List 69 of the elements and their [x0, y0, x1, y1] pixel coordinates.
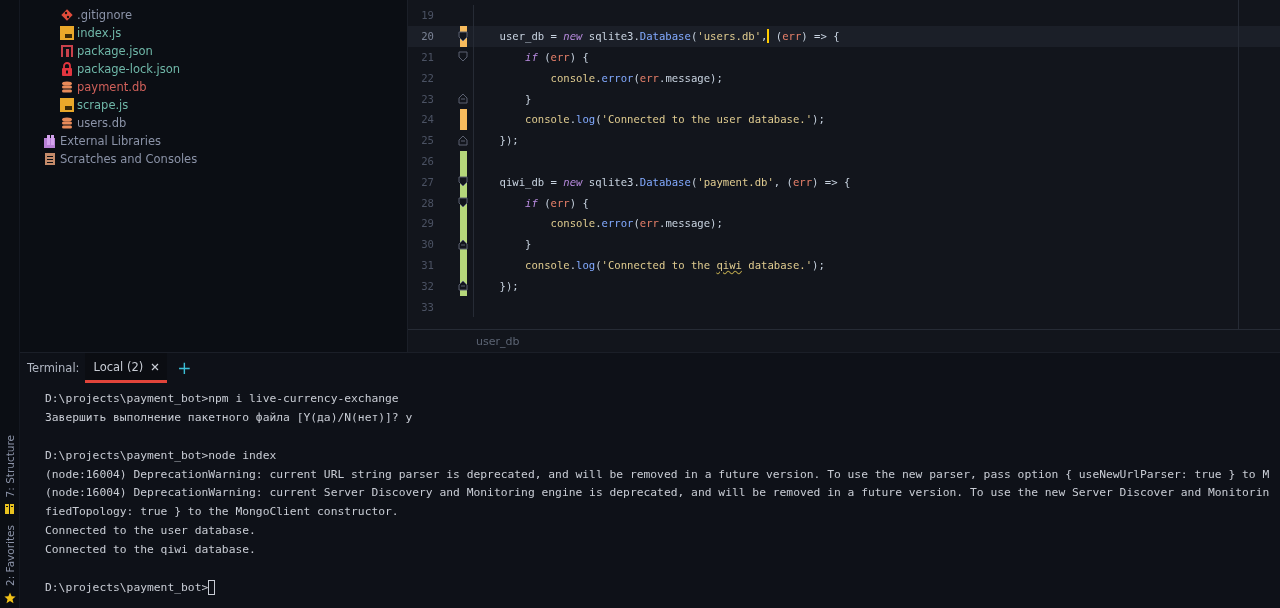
code-line: });	[498, 279, 519, 292]
tree-item[interactable]: .gitignore	[77, 8, 133, 22]
fold-icon[interactable]	[458, 30, 468, 42]
line-number: 30	[420, 238, 435, 251]
npm-package-icon	[60, 44, 74, 58]
line-number: 23	[420, 92, 435, 105]
tool-window-button[interactable]: 7: Structure	[3, 434, 16, 497]
terminal-line: fiedTopology: true } to the MongoClient constructor.	[45, 504, 400, 521]
tree-item[interactable]: users.db	[77, 116, 127, 130]
terminal-prompt: D:\projects\payment_bot>	[45, 580, 209, 594]
code-line: console.error(err.message);	[549, 217, 723, 230]
text-cursor	[767, 29, 770, 44]
new-tab-button[interactable]: +	[167, 359, 202, 377]
code-line: console.log('Connected to the user database.');	[524, 113, 825, 126]
tool-window-button[interactable]: 2: Favorites	[3, 525, 16, 586]
star-icon	[3, 592, 16, 604]
database-icon	[60, 116, 74, 130]
js-file-icon	[60, 26, 74, 40]
terminal-label: Terminal:	[27, 361, 80, 375]
terminal-line: Завершить выполнение пакетного файла [Y(да)/N(нет)]? y	[45, 409, 414, 426]
terminal-line: (node:16004) DeprecationWarning: current Server Discovery and Monitoring engine is deprecated, and will be removed in a future version. To use the new Server Discover and Monitorin	[45, 485, 1271, 502]
terminal-line: Connected to the user database.	[45, 523, 257, 540]
fold-icon[interactable]	[458, 176, 468, 188]
line-number: 25	[420, 134, 435, 147]
line-number: 31	[420, 258, 435, 271]
line-number: 32	[420, 279, 435, 292]
tree-item[interactable]: package.json	[77, 44, 153, 58]
code-line: console.error(err.message);	[549, 71, 723, 84]
database-icon	[60, 80, 74, 94]
terminal-line: D:\projects\payment_bot>npm i live-currency-exchange	[45, 390, 400, 407]
line-number: 20	[420, 30, 435, 43]
library-icon	[43, 134, 57, 148]
code-line: }	[524, 238, 532, 251]
line-number: 21	[420, 51, 435, 63]
fold-icon[interactable]	[458, 197, 468, 209]
code-line: if (err) {	[524, 51, 589, 63]
tree-item[interactable]: package-lock.json	[77, 62, 181, 76]
scratches-icon	[43, 152, 57, 166]
tree-item[interactable]: scrape.js	[77, 98, 129, 112]
line-number: 33	[420, 300, 435, 313]
line-number: 19	[420, 9, 435, 22]
tree-item[interactable]: index.js	[77, 26, 122, 40]
fold-icon[interactable]	[458, 280, 468, 292]
line-number: 22	[420, 71, 435, 84]
code-line: user_db = new sqlite3.Database('users.db', (err) => {	[498, 29, 840, 44]
line-number: 27	[420, 175, 435, 188]
terminal-line: Connected to the qiwi database.	[45, 542, 257, 559]
code-line: }	[524, 92, 532, 105]
structure-icon	[3, 503, 16, 515]
line-number: 26	[420, 154, 435, 167]
tree-item[interactable]: payment.db	[77, 80, 147, 94]
terminal-line: (node:16004) DeprecationWarning: current URL string parser is deprecated, and will be removed in a future version. To use the new parser, pass option { useNewUrlParser: true } to M	[45, 466, 1271, 483]
text-cursor	[208, 579, 216, 595]
js-file-icon	[60, 98, 74, 112]
fold-icon[interactable]	[458, 238, 468, 250]
terminal-line: D:\projects\payment_bot>node index	[45, 447, 278, 464]
line-number: 28	[420, 196, 435, 209]
code-line: if (err) {	[524, 196, 589, 209]
tree-item[interactable]: External Libraries	[60, 134, 162, 148]
tree-item[interactable]: Scratches and Consoles	[60, 152, 198, 166]
terminal-tab[interactable]: Local (2)	[85, 353, 168, 383]
code-line: console.log('Connected to the qiwi database.');	[524, 258, 825, 271]
code-line: qiwi_db = new sqlite3.Database('payment.db', (err) => {	[498, 175, 851, 188]
code-line: });	[498, 134, 519, 147]
line-number: 29	[420, 217, 435, 230]
line-number: 24	[420, 113, 435, 126]
lock-icon	[60, 62, 74, 76]
close-icon	[151, 362, 160, 371]
spelling-underline: qiwi	[716, 258, 742, 271]
